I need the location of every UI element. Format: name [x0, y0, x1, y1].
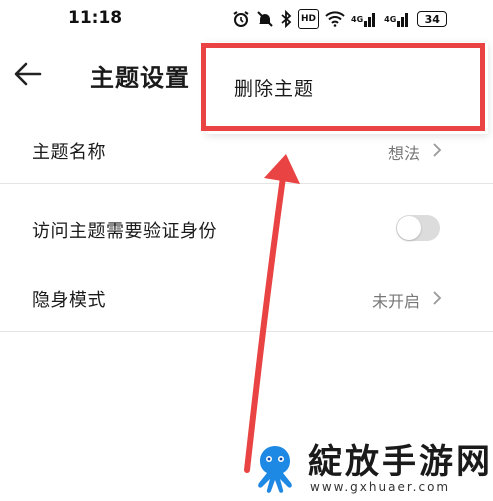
mute-icon: [256, 10, 274, 28]
back-arrow-icon[interactable]: [12, 58, 44, 90]
signal-icon-1: 4G: [351, 10, 378, 28]
wifi-icon: [325, 10, 345, 28]
signal-icon-2: 4G: [384, 10, 411, 28]
status-bar: 11:18 HD 4G 4G 34: [0, 0, 493, 38]
watermark: 綻放手游网 www.gxhuaer.com: [246, 432, 491, 498]
theme-name-value: 想法: [388, 144, 421, 163]
alarm-icon: [232, 10, 250, 28]
page-title: 主题设置: [90, 64, 190, 92]
status-icons: HD 4G 4G 34: [232, 9, 448, 29]
theme-name-label: 主题名称: [32, 142, 106, 163]
watermark-title: 綻放手游网: [308, 442, 493, 482]
divider: [0, 331, 493, 332]
signal-1-label: 4G: [351, 14, 364, 24]
status-time: 11:18: [68, 8, 123, 28]
incognito-value: 未开启: [372, 292, 421, 311]
verify-identity-toggle[interactable]: [396, 215, 440, 241]
divider: [0, 183, 493, 184]
toggle-knob: [397, 216, 421, 240]
chevron-right-icon: [433, 143, 442, 157]
annotation-highlight-box: [201, 43, 485, 131]
chevron-right-icon: [433, 291, 442, 305]
setting-row-incognito[interactable]: 隐身模式 未开启: [0, 268, 493, 328]
incognito-label: 隐身模式: [32, 290, 106, 311]
bluetooth-icon: [280, 10, 292, 28]
watermark-url: www.gxhuaer.com: [310, 480, 451, 494]
battery-indicator: 34: [417, 11, 448, 27]
hd-badge: HD: [298, 9, 320, 29]
verify-identity-label: 访问主题需要验证身份: [32, 221, 217, 242]
octopus-logo-icon: [258, 446, 292, 493]
signal-2-label: 4G: [384, 14, 397, 24]
